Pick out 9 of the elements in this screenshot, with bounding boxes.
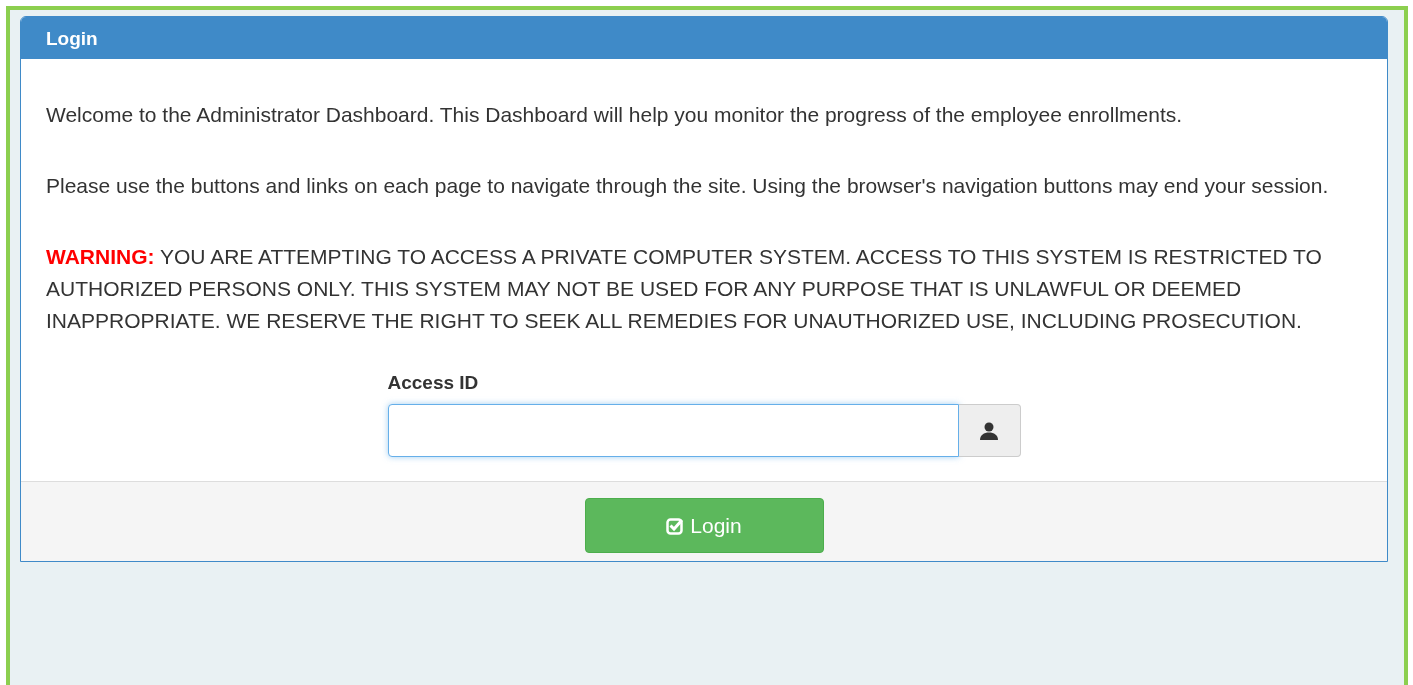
- field-label: Access ID: [387, 372, 480, 394]
- paragraph: WARNING: YOU ARE ATTEMPTING TO ACCESS A PRIVATE COMPUTER SYSTEM. ACCESS TO THIS SYSTEM IS RESTRICTED TO AUTHORIZED PERSONS ONLY. THIS SYSTEM MAY NOT BE USED FOR ANY PURPOSE THAT IS UNLAWFUL OR DEEMED INAPPROPRIATE. WE RESERVE THE RIGHT TO SEEK ALL REMEDIES FOR UNAUTHORIZED USE, INCLUDING PROSECUTION.: [46, 244, 1323, 334]
- user-icon: [979, 420, 999, 441]
- paragraph: Welcome to the Administrator Dashboard. This Dashboard will help you monitor the progress of the employee enrollments.: [46, 102, 1184, 128]
- paragraph: Please use the buttons and links on each page to navigate through the site. Using the browser's navigation buttons may end your session.: [46, 173, 1330, 199]
- access-id-field[interactable]: [387, 404, 959, 457]
- checkbox-icon: [666, 516, 685, 535]
- login-button[interactable]: Login: [584, 498, 824, 553]
- panel-title: Login: [46, 28, 98, 49]
